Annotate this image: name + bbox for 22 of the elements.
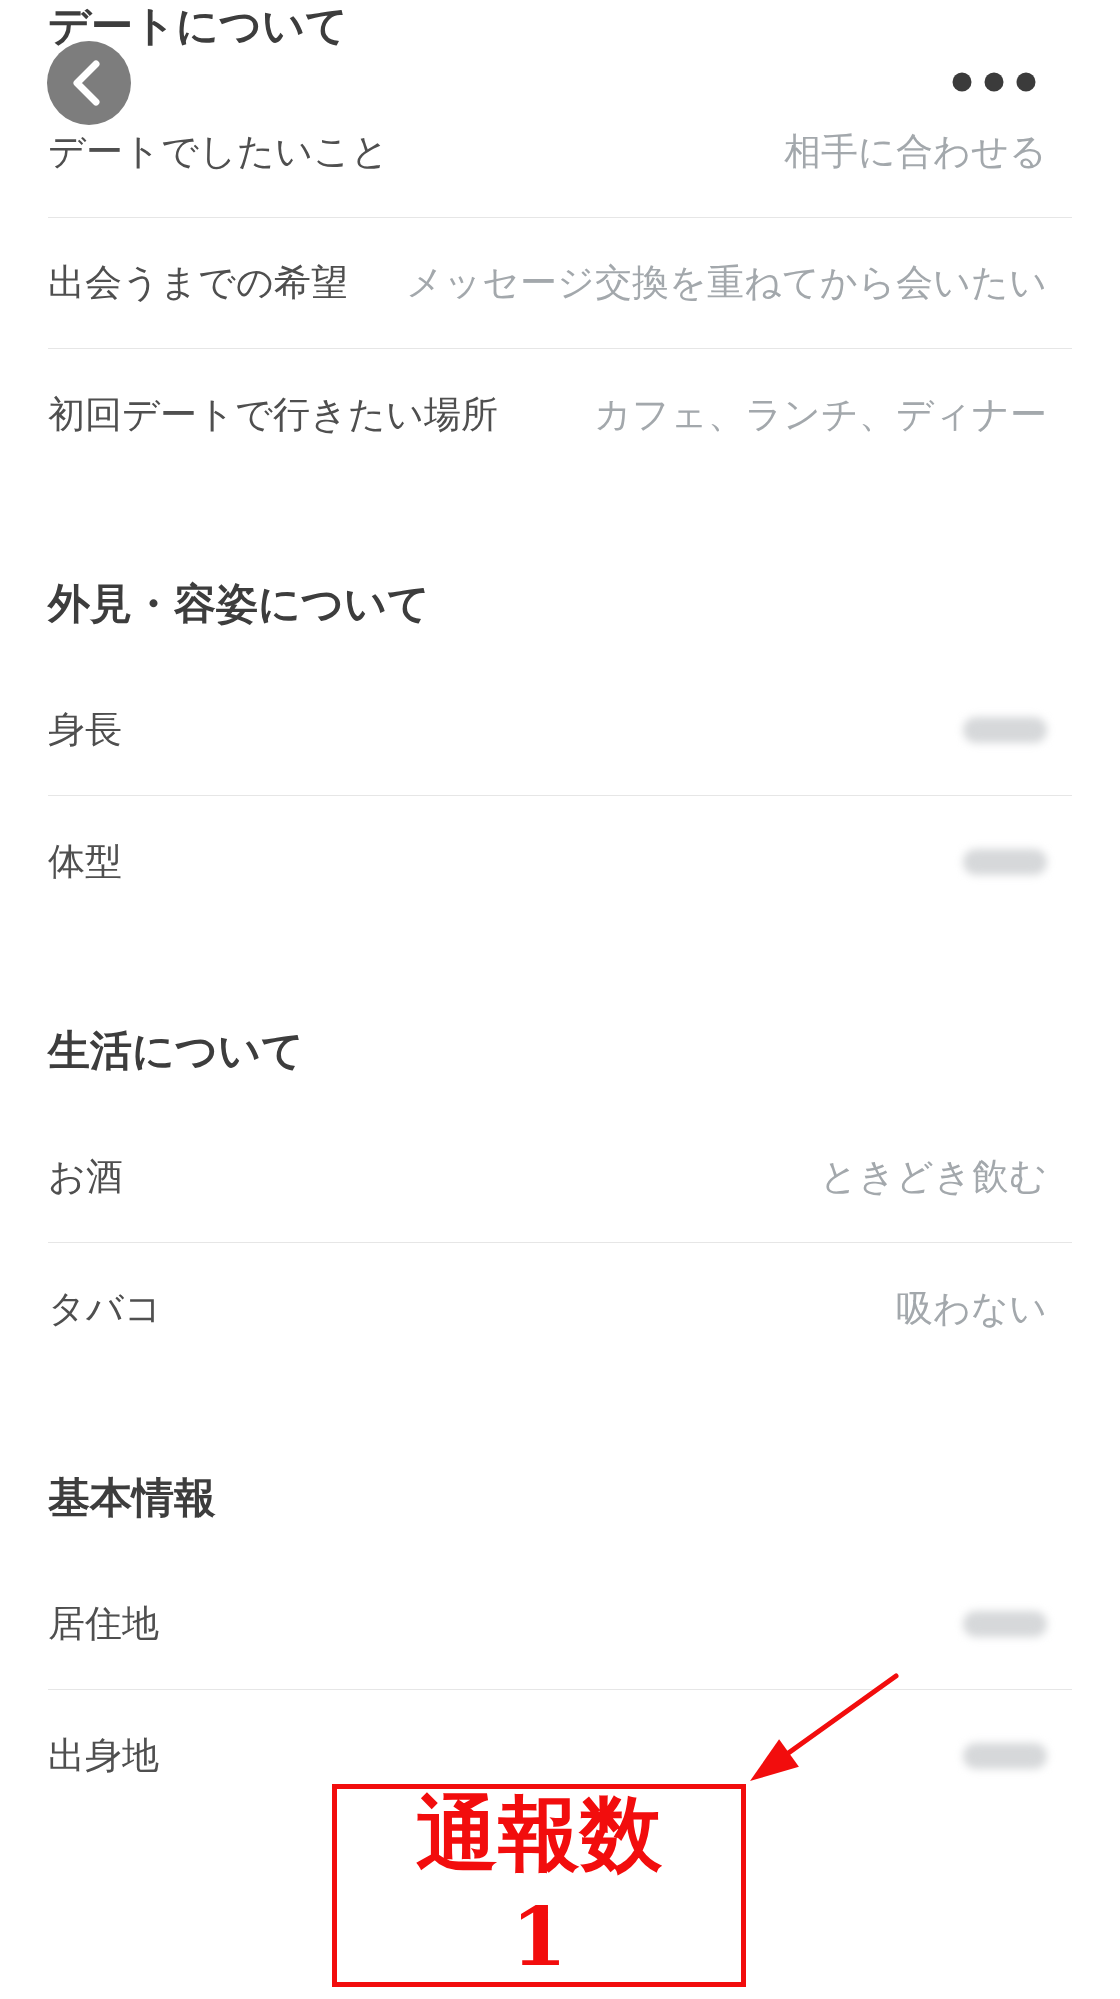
section-heading: 外見・容姿について: [48, 579, 430, 629]
field-label: 居住地: [48, 1602, 159, 1646]
chevron-left-icon: [71, 60, 101, 106]
field-label: デートでしたいこと: [48, 130, 389, 174]
field-label: 出身地: [48, 1733, 159, 1778]
field-value: ときどき飲む: [820, 1155, 1047, 1199]
section-heading: 基本情報: [48, 1473, 216, 1523]
annotation-count: 1: [511, 1897, 567, 1977]
annotation-title: 通報数: [416, 1793, 662, 1875]
field-label: 身長: [48, 708, 122, 752]
field-value: 相手に合わせる: [784, 130, 1047, 174]
field-label: 出会うまでの希望: [48, 261, 348, 305]
field-label: 体型: [48, 839, 122, 884]
field-value: メッセージ交換を重ねてから会いたい: [406, 261, 1047, 305]
section-heading: デートについて: [48, 1, 348, 51]
field-label: お酒: [48, 1155, 123, 1199]
field-value: 吸わない: [896, 1286, 1047, 1331]
field-label: 初回デートで行きたい場所: [48, 392, 498, 437]
section-heading: 生活について: [48, 1026, 304, 1076]
field-value: カフェ、ランチ、ディナー: [594, 392, 1047, 437]
field-label: タバコ: [48, 1286, 162, 1331]
more-icon[interactable]: [952, 72, 1036, 92]
